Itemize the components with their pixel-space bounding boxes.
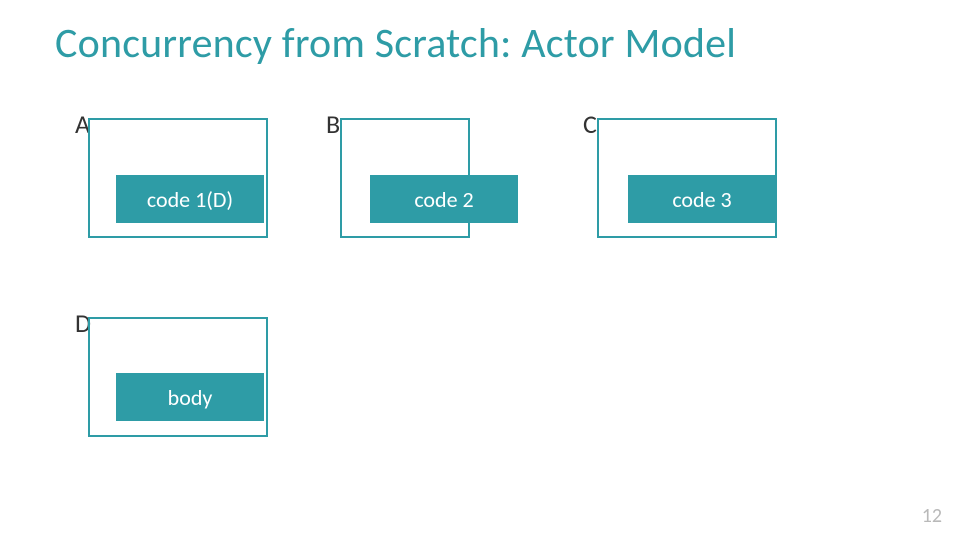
actor-code-d: body [116, 373, 264, 421]
page-number: 12 [922, 504, 942, 528]
actor-label-b: B [326, 108, 340, 140]
actor-label-c: C [583, 108, 597, 140]
slide-title: Concurrency from Scratch: Actor Model [55, 18, 736, 69]
actor-code-b: code 2 [370, 175, 518, 223]
actor-code-a: code 1(D) [116, 175, 264, 223]
actor-code-c: code 3 [628, 175, 776, 223]
